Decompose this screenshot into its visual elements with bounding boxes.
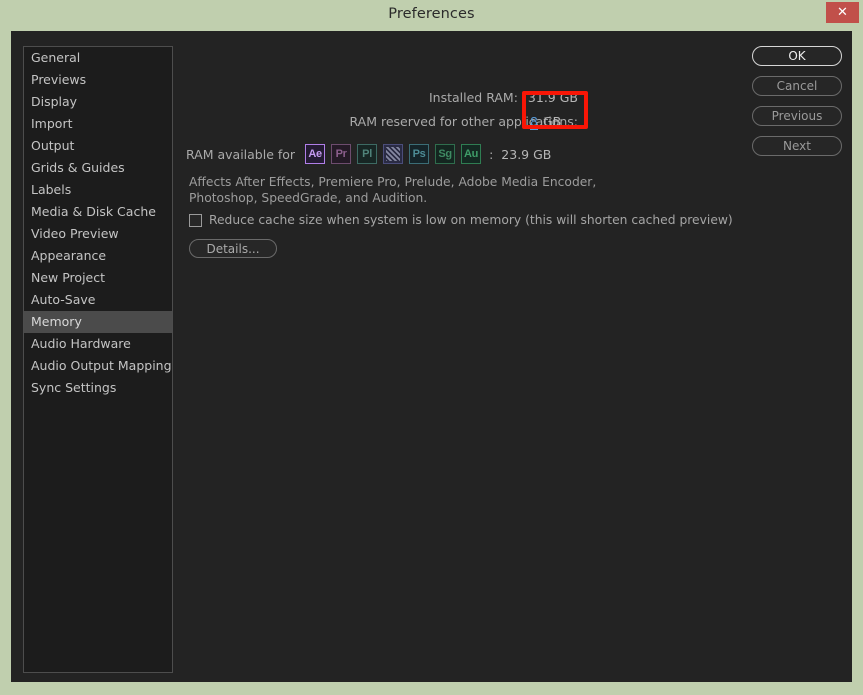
- photoshop-icon[interactable]: Ps: [409, 144, 430, 164]
- ram-available-value: 23.9 GB: [501, 146, 552, 162]
- sidebar-item-labels[interactable]: Labels: [24, 179, 172, 201]
- speedgrade-icon[interactable]: Sg: [435, 144, 456, 164]
- sidebar-item-grids-guides[interactable]: Grids & Guides: [24, 157, 172, 179]
- ram-available-row: RAM available for Ae Pr Pl Ps Sg Au : 23.9 GB: [186, 142, 551, 166]
- reserved-ram-input[interactable]: 8: [530, 114, 538, 130]
- installed-ram-value: 31.9 GB: [527, 90, 578, 105]
- sidebar-item-audio-output-mapping[interactable]: Audio Output Mapping: [24, 355, 172, 377]
- sidebar-item-audio-hardware[interactable]: Audio Hardware: [24, 333, 172, 355]
- reduce-cache-row[interactable]: Reduce cache size when system is low on …: [189, 213, 733, 227]
- sidebar-item-general[interactable]: General: [24, 47, 172, 69]
- sidebar-item-previews[interactable]: Previews: [24, 69, 172, 91]
- reduce-cache-checkbox[interactable]: [189, 213, 202, 227]
- sidebar-item-video-preview[interactable]: Video Preview: [24, 223, 172, 245]
- prelude-icon[interactable]: Pl: [357, 144, 378, 164]
- sidebar-item-sync-settings[interactable]: Sync Settings: [24, 377, 172, 399]
- reserved-ram-field[interactable]: 8 GB: [530, 114, 562, 130]
- installed-ram-label: Installed RAM:: [428, 90, 518, 105]
- next-button[interactable]: Next: [752, 136, 842, 156]
- memory-settings-pane: Installed RAM: 31.9 GB RAM reserved for o…: [186, 46, 746, 671]
- preferences-category-list[interactable]: General Previews Display Import Output Grids …: [23, 46, 173, 673]
- sidebar-item-new-project[interactable]: New Project: [24, 267, 172, 289]
- title-bar: Preferences ✕: [0, 0, 863, 31]
- sidebar-item-appearance[interactable]: Appearance: [24, 245, 172, 267]
- app-icon-strip[interactable]: Ae Pr Pl Ps Sg Au: [305, 144, 487, 164]
- ok-button[interactable]: OK: [752, 46, 842, 66]
- previous-button[interactable]: Previous: [752, 106, 842, 126]
- close-icon[interactable]: ✕: [826, 2, 859, 23]
- ram-available-label: RAM available for: [186, 146, 296, 162]
- ram-available-colon: :: [489, 146, 494, 162]
- reserved-ram-unit: GB: [542, 114, 562, 129]
- cancel-button[interactable]: Cancel: [752, 76, 842, 96]
- media-encoder-icon[interactable]: [383, 144, 404, 164]
- sidebar-item-memory[interactable]: Memory: [24, 311, 172, 333]
- dialog-body: General Previews Display Import Output Grids …: [11, 31, 852, 682]
- sidebar-item-media-disk-cache[interactable]: Media & Disk Cache: [24, 201, 172, 223]
- reserved-ram-row: RAM reserved for other applications:: [186, 114, 579, 129]
- details-button[interactable]: Details...: [189, 239, 277, 258]
- dialog-button-column: OK Cancel Previous Next: [752, 46, 844, 166]
- affects-description: Affects After Effects, Premiere Pro, Pre…: [189, 175, 597, 205]
- installed-ram-row: Installed RAM: 31.9 GB: [186, 90, 578, 105]
- sidebar-item-display[interactable]: Display: [24, 91, 172, 113]
- after-effects-icon[interactable]: Ae: [305, 144, 326, 164]
- sidebar-item-output[interactable]: Output: [24, 135, 172, 157]
- reduce-cache-label: Reduce cache size when system is low on …: [209, 213, 733, 227]
- window-title: Preferences: [388, 6, 475, 22]
- media-encoder-pattern: [386, 147, 401, 161]
- premiere-pro-icon[interactable]: Pr: [331, 144, 352, 164]
- sidebar-item-import[interactable]: Import: [24, 113, 172, 135]
- sidebar-item-auto-save[interactable]: Auto-Save: [24, 289, 172, 311]
- audition-icon[interactable]: Au: [461, 144, 482, 164]
- preferences-window: Preferences ✕ General Previews Display Impo…: [0, 0, 863, 695]
